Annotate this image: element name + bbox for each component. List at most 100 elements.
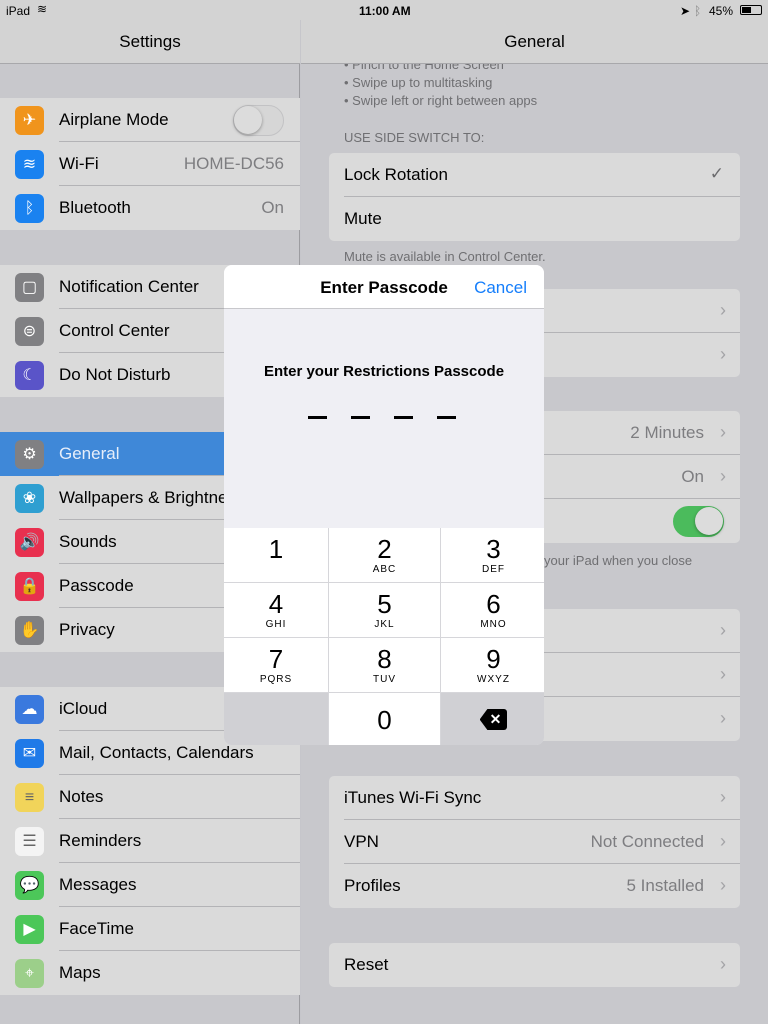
sidebar-item-wi-fi[interactable]: ≋ Wi-Fi HOME-DC56 [0,142,300,186]
key-2[interactable]: 2 ABC [329,528,440,582]
sidebar-item-label: Wallpapers & Brightness [59,488,245,507]
device-name: iPad [6,4,31,18]
location-icon: ➤ [680,4,691,18]
wallpaper-icon: ❀ [15,484,44,513]
key-letters: TUV [373,674,396,685]
passcode-field[interactable] [308,416,456,419]
row-label: Profiles [344,876,401,895]
key-letters: DEF [482,564,505,575]
sidebar-item-label: FaceTime [59,919,134,938]
network-group: iTunes Wi-Fi Sync › VPN Not Connected › Pro… [329,776,740,908]
key-letters: ABC [372,564,397,575]
delete-key[interactable]: ✕ [441,693,544,745]
reset-row[interactable]: Reset › [329,943,740,987]
battery-percent: 45% [709,4,734,18]
sidebar-item-value: HOME-DC56 [183,154,284,173]
chevron-right-icon: › [720,875,726,895]
checkmark-icon: ✓ [709,164,724,183]
itunes-wifi-sync-row[interactable]: iTunes Wi-Fi Sync › [329,776,740,820]
row-label: Reset [344,955,389,974]
sidebar-item-reminders[interactable]: ☰ Reminders [0,819,300,863]
wifi-icon: ≋ [15,150,44,179]
profiles-row[interactable]: Profiles 5 Installed › [329,864,740,908]
side-switch-group: Lock Rotation ✓ Mute [329,153,740,241]
empty-key [224,693,328,745]
chevron-right-icon: › [720,300,726,320]
facetime-icon: ▶ [15,915,44,944]
lock-rotation-option[interactable]: Lock Rotation ✓ [329,153,740,197]
key-7[interactable]: 7 PQRS [224,638,328,692]
key-5[interactable]: 5 JKL [329,583,440,637]
gesture-note: • Swipe up to multitasking [344,75,493,90]
key-1[interactable]: 1 [224,528,328,582]
vpn-value: Not Connected [590,832,704,851]
section-header: USE SIDE SWITCH TO: [344,130,485,145]
notes-icon: ≡ [15,783,44,812]
mute-option[interactable]: Mute [329,197,740,241]
chevron-right-icon: › [720,787,726,807]
sidebar-item-messages[interactable]: 💬 Messages [0,863,300,907]
key-letters: WXYZ [477,674,510,685]
gesture-note: • Pinch to the Home Screen [344,64,504,72]
airplane-icon: ✈ [15,106,44,135]
moon-icon: ☾ [15,361,44,390]
bluetooth-icon: ᛒ [15,194,44,223]
key-digit: 4 [268,589,284,619]
backspace-icon: ✕ [479,709,508,730]
sidebar-item-label: Passcode [59,576,134,595]
sidebar-item-label: Wi-Fi [59,154,99,173]
sidebar-item-facetime[interactable]: ▶ FaceTime [0,907,300,951]
battery-icon [740,5,762,15]
detail-title: General [301,20,768,64]
chevron-right-icon: › [720,422,726,442]
key-6[interactable]: 6 MNO [441,583,544,637]
key-digit: 0 [377,705,392,735]
chevron-right-icon: › [720,466,726,486]
restrictions-value: On [681,467,704,486]
enter-passcode-dialog: Enter Passcode Cancel Enter your Restric… [224,265,544,745]
hand-icon: ✋ [15,616,44,645]
sidebar-item-label: Reminders [59,831,142,850]
notification-center-icon: ▢ [15,273,44,302]
key-9[interactable]: 9 WXYZ [441,638,544,692]
vpn-row[interactable]: VPN Not Connected › [329,820,740,864]
key-digit: 3 [486,534,501,564]
lock-unlock-toggle[interactable] [673,506,724,537]
key-4[interactable]: 4 GHI [224,583,328,637]
key-letters: PQRS [259,674,293,685]
key-8[interactable]: 8 TUV [329,638,440,692]
sidebar-item-label: Notification Center [59,277,199,296]
sidebar-item-label: Notes [59,787,104,806]
sidebar-item-bluetooth[interactable]: ᛒ Bluetooth On [0,186,300,230]
status-bar: iPad ≋ 11:00 AM ➤ ᛒ 45% [0,0,768,20]
key-digit: 2 [377,534,392,564]
sidebar-item-notes[interactable]: ≡ Notes [0,775,300,819]
key-digit: 5 [377,589,392,619]
numeric-keypad: 1 2 ABC 3 DEF 4 GHI 5 JKL 6 MNO 7 PQRS 8 TUV 9 WXYZ 0 ✕ [224,528,544,745]
sidebar-item-label: Sounds [59,532,117,551]
sidebar-title: Settings [0,20,300,64]
airplane-mode-toggle[interactable] [233,105,284,136]
key-digit: 8 [377,644,392,674]
chevron-right-icon: › [720,664,726,684]
key-3[interactable]: 3 DEF [441,528,544,582]
sidebar-item-label: Maps [59,963,101,982]
cancel-button[interactable]: Cancel [474,278,527,298]
maps-icon: ⌖ [15,959,44,988]
chevron-right-icon: › [720,344,726,364]
key-0[interactable]: 0 [329,693,440,745]
option-label: Mute [344,209,382,228]
chevron-right-icon: › [720,954,726,974]
sidebar-item-airplane-mode[interactable]: ✈ Airplane Mode [0,98,300,142]
lock-note: your iPad when you close [544,553,693,568]
sidebar-item-maps[interactable]: ⌖ Maps [0,951,300,995]
key-digit: 7 [268,644,284,674]
lock-icon: 🔒 [15,572,44,601]
reminders-icon: ☰ [15,827,44,856]
sidebar-item-label: Bluetooth [59,198,131,217]
reset-group: Reset › [329,943,740,987]
row-label: VPN [344,832,379,851]
gesture-note: • Swipe left or right between apps [344,93,538,108]
clock: 11:00 AM [359,4,411,18]
chevron-right-icon: › [720,708,726,728]
